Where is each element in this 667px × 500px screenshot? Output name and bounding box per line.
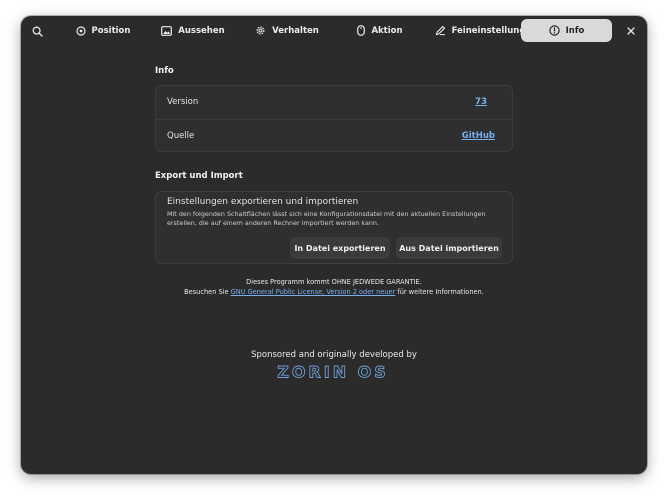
export-card-title: Einstellungen exportieren und importiere… [167, 197, 359, 207]
export-button[interactable]: In Datei exportieren [290, 237, 390, 259]
sponsor-text: Sponsored and originally developed by [251, 350, 417, 360]
info-icon [548, 25, 560, 36]
version-link[interactable]: 73 [475, 97, 487, 107]
zorin-os-logo[interactable]: ZORIN OS [265, 363, 401, 381]
tab-aktion[interactable]: Aktion [349, 19, 411, 42]
gpl-link[interactable]: GNU General Public License, Version 2 od… [231, 288, 396, 296]
version-label: Version [167, 97, 199, 107]
export-card: Einstellungen exportieren und importiere… [155, 191, 513, 264]
tab-position[interactable]: Position [67, 19, 139, 42]
tab-aussehen[interactable]: Aussehen [157, 19, 229, 42]
tab-label: Aussehen [178, 25, 225, 36]
tab-label: Info [565, 25, 585, 36]
mouse-icon [357, 25, 366, 36]
tab-feineinstellung[interactable]: Feineinstellung [431, 19, 529, 42]
github-link[interactable]: GitHub [462, 131, 495, 141]
source-label: Quelle [167, 130, 195, 141]
export-card-description: Mit den folgenden Schaltflächen lässt si… [167, 210, 486, 227]
logo-text: ZORIN OS [277, 363, 389, 381]
license-line: Besuchen Sie GNU General Public License,… [21, 288, 647, 296]
search-icon [32, 26, 43, 37]
tab-info[interactable]: Info [521, 19, 612, 42]
close-icon [627, 27, 635, 35]
close-button[interactable] [622, 22, 640, 40]
pen-icon [435, 25, 445, 36]
gear-icon [256, 26, 265, 35]
tab-label: Verhalten [272, 25, 319, 36]
image-icon [161, 25, 173, 36]
target-icon [75, 25, 86, 36]
tab-verhalten[interactable]: Verhalten [249, 19, 325, 42]
license-suffix: für weitere Informationen. [395, 288, 484, 296]
window: Position Aussehen Verhalten Aktion Feine… [21, 16, 647, 474]
warranty-text: Dieses Programm kommt OHNE JEDWEDE GARAN… [246, 278, 422, 286]
import-button[interactable]: Aus Datei importieren [396, 237, 502, 259]
info-heading: Info [155, 66, 174, 76]
tab-label: Feineinstellung [451, 25, 526, 36]
export-heading: Export und Import [155, 171, 243, 181]
search-button[interactable] [27, 21, 47, 41]
source-row: Quelle GitHub [156, 119, 512, 151]
license-prefix: Besuchen Sie [184, 288, 231, 296]
header-bar: Position Aussehen Verhalten Aktion Feine… [21, 16, 647, 46]
tab-label: Position [91, 25, 131, 36]
tab-label: Aktion [371, 25, 403, 36]
version-row: Version 73 [156, 86, 512, 118]
info-card: Version 73 Quelle GitHub [155, 85, 513, 152]
